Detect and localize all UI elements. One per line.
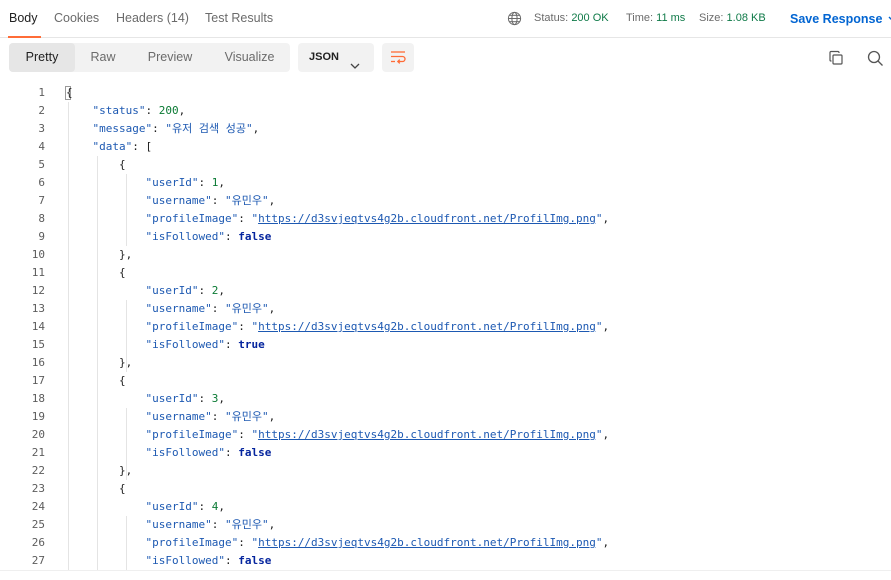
copy-icon[interactable] — [828, 50, 846, 68]
tab-cookies[interactable]: Cookies — [54, 11, 99, 25]
json-key: "status" — [92, 104, 146, 117]
json-key: "username" — [145, 302, 212, 315]
json-string: "유민우" — [224, 302, 269, 315]
json-key: "userId" — [145, 500, 199, 513]
json-url-link[interactable]: https://d3svjeqtvs4g2b.cloudfront.net/Pr… — [258, 428, 596, 441]
response-toolbar: Pretty Raw Preview Visualize JSON — [0, 38, 891, 80]
code-line: 27 "isFollowed": false — [31, 554, 272, 567]
code-line: 10 }, — [31, 248, 133, 261]
json-boolean: false — [238, 446, 272, 459]
code-line: 1{ — [38, 86, 73, 99]
size-label: Size: — [699, 12, 724, 24]
code-line: 21 "isFollowed": false — [31, 446, 272, 459]
save-response-button[interactable]: Save Response — [790, 11, 891, 26]
json-key: "isFollowed" — [145, 446, 225, 459]
json-number: 2 — [211, 284, 219, 297]
code-line: 25 "username": "유민우", — [31, 518, 276, 531]
json-key: "data" — [92, 140, 133, 153]
json-key: "profileImage" — [145, 536, 239, 549]
json-boolean: false — [238, 554, 272, 567]
json-string: "유민우" — [224, 410, 269, 423]
json-key: "username" — [145, 518, 212, 531]
size-value: 1.08 KB — [726, 12, 766, 24]
view-mode-raw[interactable]: Raw — [75, 43, 131, 72]
json-string: "유저 검색 성공" — [165, 122, 253, 135]
code-line: 19 "username": "유민우", — [31, 410, 276, 423]
json-string: "유민우" — [224, 194, 269, 207]
code-line: 22 }, — [31, 464, 133, 477]
time-readout[interactable]: Time: 11 ms — [626, 12, 685, 24]
json-number: 1 — [211, 176, 219, 189]
code-line: 3 "message": "유저 검색 성공", — [38, 122, 260, 135]
code-line: 18 "userId": 3, — [31, 392, 225, 405]
format-select-value: JSON — [309, 51, 339, 63]
json-url-link[interactable]: https://d3svjeqtvs4g2b.cloudfront.net/Pr… — [258, 212, 596, 225]
code-line: 26 "profileImage": "https://d3svjeqtvs4g… — [31, 536, 610, 549]
json-key: "profileImage" — [145, 428, 239, 441]
wrap-lines-button[interactable] — [382, 43, 414, 72]
json-key: "message" — [92, 122, 153, 135]
code-line: 8 "profileImage": "https://d3svjeqtvs4g2… — [38, 212, 610, 225]
code-line: 12 "userId": 2, — [31, 284, 225, 297]
status-readout[interactable]: Status: 200 OK — [534, 12, 609, 24]
view-mode-pretty[interactable]: Pretty — [9, 43, 75, 72]
search-icon[interactable] — [867, 50, 885, 68]
tab-body[interactable]: Body — [9, 11, 38, 25]
code-line: 20 "profileImage": "https://d3svjeqtvs4g… — [31, 428, 610, 441]
json-key: "isFollowed" — [145, 554, 225, 567]
json-boolean: true — [238, 338, 265, 351]
json-url-link[interactable]: https://d3svjeqtvs4g2b.cloudfront.net/Pr… — [258, 536, 596, 549]
chevron-down-icon — [350, 53, 360, 82]
json-key: "isFollowed" — [145, 230, 225, 243]
json-number: 4 — [211, 500, 219, 513]
code-line: 5 { — [38, 158, 126, 171]
json-key: "userId" — [145, 284, 199, 297]
view-mode-preview[interactable]: Preview — [131, 43, 209, 72]
response-tabs: Body Cookies Headers (14) Test Results S… — [0, 0, 891, 38]
wrap-lines-icon — [391, 51, 406, 64]
size-readout[interactable]: Size: 1.08 KB — [699, 12, 766, 24]
json-key: "profileImage" — [145, 320, 239, 333]
code-line: 2 "status": 200, — [38, 104, 186, 117]
json-url-link[interactable]: https://d3svjeqtvs4g2b.cloudfront.net/Pr… — [258, 320, 596, 333]
json-key: "isFollowed" — [145, 338, 225, 351]
code-line: 7 "username": "유민우", — [38, 194, 276, 207]
code-line: 14 "profileImage": "https://d3svjeqtvs4g… — [31, 320, 610, 333]
code-line: 13 "username": "유민우", — [31, 302, 276, 315]
json-number: 3 — [211, 392, 219, 405]
code-line: 6 "userId": 1, — [38, 176, 225, 189]
code-line: 23 { — [31, 482, 126, 495]
view-mode-visualize[interactable]: Visualize — [209, 43, 290, 72]
json-number: 200 — [158, 104, 179, 117]
tab-test-results[interactable]: Test Results — [205, 11, 273, 25]
status-value: 200 OK — [571, 12, 609, 24]
json-key: "username" — [145, 194, 212, 207]
json-response-viewer[interactable]: 1{ 2 "status": 200, 3 "message": "유저 검색 … — [0, 84, 891, 570]
view-mode-segmented-control: Pretty Raw Preview Visualize — [9, 43, 290, 72]
json-key: "userId" — [145, 392, 199, 405]
time-value: 11 ms — [656, 12, 686, 24]
globe-icon[interactable] — [507, 11, 522, 26]
code-line: 9 "isFollowed": false — [38, 230, 272, 243]
time-label: Time: — [626, 12, 654, 24]
status-label: Status: — [534, 12, 569, 24]
tab-headers[interactable]: Headers (14) — [116, 11, 189, 25]
json-key: "profileImage" — [145, 212, 239, 225]
json-key: "userId" — [145, 176, 199, 189]
save-response-label: Save Response — [790, 12, 883, 26]
code-line: 24 "userId": 4, — [31, 500, 225, 513]
code-line: 17 { — [31, 374, 126, 387]
code-line: 16 }, — [31, 356, 133, 369]
json-string: "유민우" — [224, 518, 269, 531]
json-boolean: false — [238, 230, 272, 243]
code-line: 4 "data": [ — [38, 140, 153, 153]
json-key: "username" — [145, 410, 212, 423]
code-line: 15 "isFollowed": true — [31, 338, 265, 351]
format-select[interactable]: JSON — [298, 43, 374, 72]
code-line: 11 { — [31, 266, 126, 279]
